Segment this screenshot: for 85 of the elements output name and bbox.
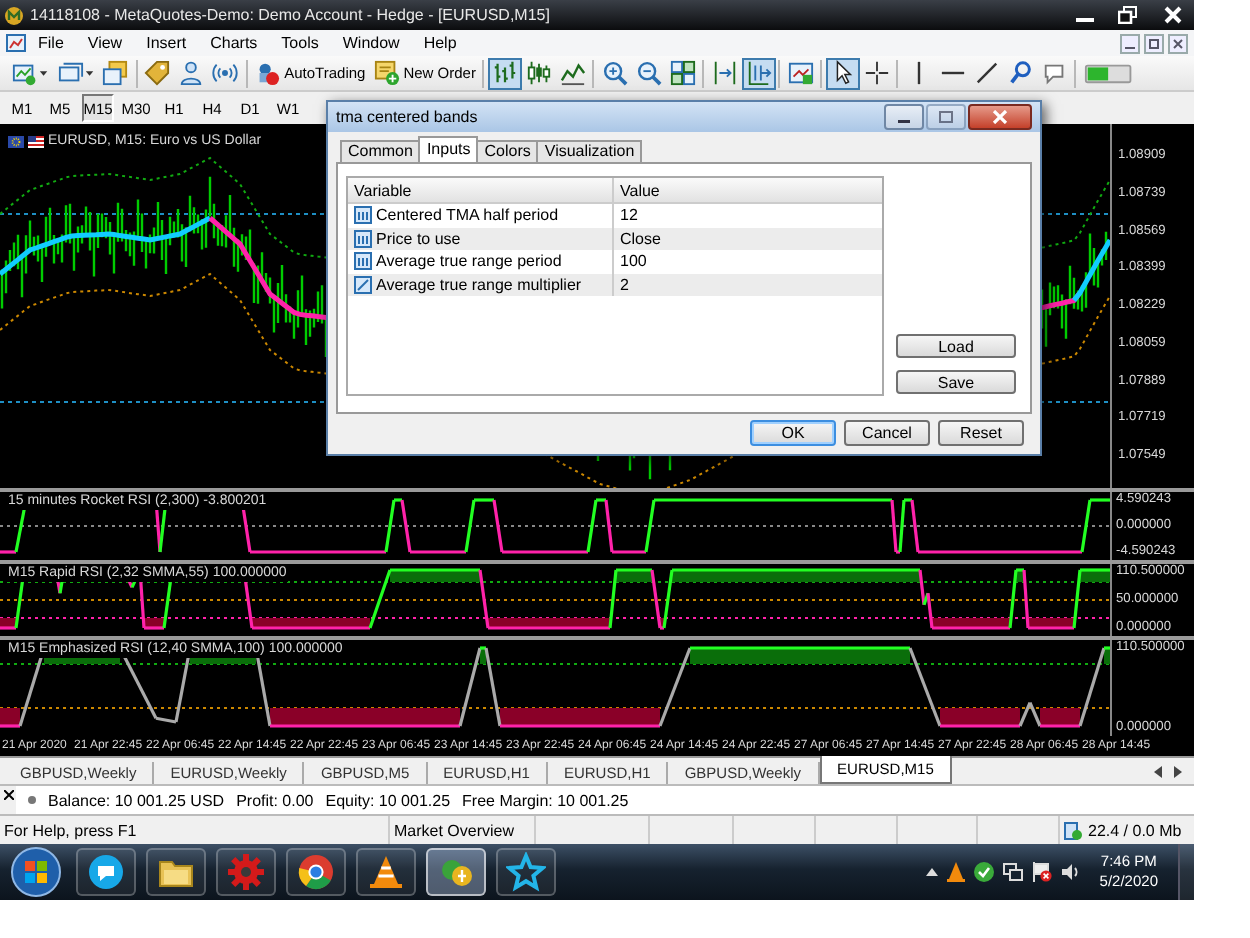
taskbar-app[interactable]	[146, 848, 206, 896]
autoscroll-icon[interactable]	[741, 57, 776, 89]
menu-item[interactable]: View	[75, 34, 135, 52]
status-text: Market Overview	[394, 821, 515, 839]
menu-item[interactable]: Tools	[269, 34, 331, 52]
side-button[interactable]: Save	[896, 370, 1016, 394]
close-button[interactable]	[1168, 33, 1188, 53]
minimize-button[interactable]	[1120, 33, 1140, 53]
check-icon[interactable]	[973, 862, 994, 882]
close-button[interactable]	[968, 104, 1032, 130]
templates-icon[interactable]	[783, 57, 818, 89]
scroll-left-icon[interactable]	[1154, 765, 1162, 777]
flag-icon[interactable]	[1031, 862, 1052, 882]
variable-name: Average true range multiplier	[376, 275, 582, 294]
variable-value[interactable]: Close	[620, 229, 661, 248]
tile-icon[interactable]	[665, 57, 700, 89]
account-value: Profit: 0.00	[236, 791, 314, 809]
dialog-button[interactable]: OK	[750, 420, 836, 446]
variable-value[interactable]: 2	[620, 275, 629, 294]
traffic-cone-icon	[366, 852, 406, 892]
close-icon	[992, 110, 1008, 124]
bullet-icon	[28, 796, 36, 804]
browser-icon	[296, 852, 336, 892]
menu-item[interactable]: File	[26, 34, 76, 52]
dialog-tab[interactable]: Visualization	[536, 140, 643, 162]
parameter-icon	[354, 206, 372, 225]
restore-button[interactable]	[1144, 33, 1164, 53]
robot-icon	[254, 60, 281, 86]
dialog-button[interactable]: Cancel	[844, 420, 930, 446]
restore-icon	[1146, 35, 1162, 51]
dialog-title: tma centered bands	[336, 108, 480, 126]
account-value: Balance: 10 001.25 USD	[48, 791, 225, 809]
scroll-right-icon[interactable]	[1174, 765, 1182, 777]
speaker-icon[interactable]	[1059, 862, 1080, 882]
line-chart-icon[interactable]	[555, 57, 590, 89]
taskbar-app[interactable]	[356, 848, 416, 896]
show-hidden-icon[interactable]	[925, 868, 938, 876]
status-text: 22.4 / 0.0 Mb	[1088, 821, 1182, 839]
taskbar-app[interactable]	[76, 848, 136, 896]
dialog-tab[interactable]: Inputs	[418, 136, 479, 162]
dialog-button[interactable]: Reset	[938, 420, 1024, 446]
close-icon	[1170, 35, 1186, 51]
chat-app-icon	[86, 852, 126, 892]
flag-icon	[28, 135, 44, 147]
maximize-icon	[938, 110, 954, 124]
window-title: 14118108 - MetaQuotes-Demo: Demo Account - Hedge - [EURUSD,M15]	[30, 6, 552, 24]
cursor-icon[interactable]	[825, 57, 860, 89]
taskbar-app[interactable]	[496, 848, 556, 896]
note-plus-icon	[373, 60, 400, 86]
tag-icon[interactable]	[140, 57, 175, 89]
parameter-icon	[354, 252, 372, 271]
variable-value[interactable]: 12	[620, 206, 638, 225]
variable-name: Average true range period	[376, 252, 562, 271]
gear-icon	[226, 852, 266, 892]
parameter-icon	[354, 229, 372, 248]
restore-icon	[1118, 6, 1138, 24]
star-icon	[506, 852, 546, 892]
close-icon	[1163, 6, 1181, 24]
dialog-tab[interactable]: Colors	[476, 140, 539, 162]
column-header: Value	[618, 179, 660, 202]
app-icon	[4, 5, 24, 25]
account-value: Free Margin: 10 001.25	[462, 791, 629, 809]
menu-item[interactable]: Insert	[134, 34, 199, 52]
side-button[interactable]: Load	[896, 334, 1016, 358]
column-header: Variable	[348, 178, 614, 202]
connection-icon	[1064, 821, 1082, 839]
menu-item[interactable]: Help	[411, 34, 469, 52]
variable-value[interactable]: 100	[620, 252, 647, 271]
bar-chart-icon[interactable]	[487, 57, 522, 89]
start-button[interactable]	[8, 846, 64, 898]
flag-icon	[8, 135, 24, 147]
windows-icon[interactable]	[98, 57, 133, 89]
status-text: For Help, press F1	[4, 821, 137, 839]
network-icon[interactable]	[1001, 862, 1024, 882]
account-value: Equity: 10 001.25	[325, 791, 451, 809]
parameter-icon	[354, 275, 372, 294]
close-icon[interactable]	[3, 790, 13, 800]
traffic-cone-icon[interactable]	[945, 862, 966, 882]
minimize-button[interactable]	[884, 104, 924, 130]
variable-name: Price to use	[376, 229, 461, 248]
menu-item[interactable]: Charts	[198, 34, 270, 52]
variable-name: Centered TMA half period	[376, 206, 559, 225]
taskbar-app[interactable]	[286, 848, 346, 896]
menu-item[interactable]: Window	[330, 34, 412, 52]
dialog-tab[interactable]: Common	[340, 140, 421, 162]
